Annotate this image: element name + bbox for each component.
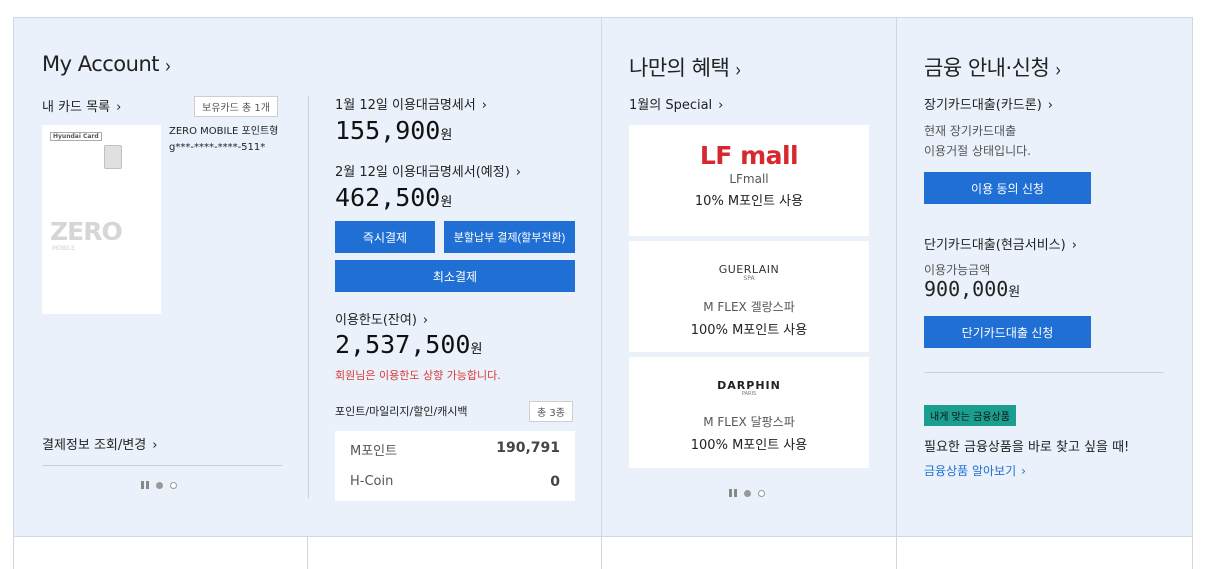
benefit-name: M FLEX 겔랑스파 <box>703 300 795 314</box>
pay-now-button[interactable]: 즉시결제 <box>335 221 435 253</box>
pause-icon[interactable] <box>141 481 149 489</box>
benefit-name: LFmall <box>729 172 769 186</box>
card-brand: Hyundai Card <box>50 132 102 141</box>
long-loan-status: 현재 장기카드대출 이용거절 상태입니다. <box>924 124 1031 158</box>
jan-amount: 155,900원 <box>335 116 453 145</box>
minimum-pay-button[interactable]: 최소결제 <box>335 260 575 292</box>
guerlain-logo-sub: SPA <box>743 275 755 282</box>
feb-amount: 462,500원 <box>335 183 453 212</box>
card-count-badge: 보유카드 총 1개 <box>194 96 278 117</box>
benefit-carousel-dots <box>729 489 765 497</box>
card-name: ZERO MOBILE 포인트형 <box>169 126 279 137</box>
card-number: g***-****-****-511* <box>169 142 266 153</box>
card-list-link[interactable]: 내 카드 목록 › <box>42 96 121 115</box>
card-logo: ZERO <box>50 217 123 246</box>
lfmall-logo: LF mall <box>699 141 799 170</box>
finance-title[interactable]: 금융 안내·신청 › <box>924 52 1061 82</box>
limit-notice[interactable]: 회원님은 이용한도 상향 가능합니다. <box>335 367 501 383</box>
benefit-desc: 10% M포인트 사용 <box>694 194 804 209</box>
installment-button[interactable]: 분할납부 결제(할부전환) <box>444 221 575 253</box>
benefits-panel: 나만의 혜택 › 1월의 Special › LF mall LFmall 10% … <box>601 17 897 537</box>
product-text: 필요한 금융상품을 바로 찾고 싶을 때! <box>924 440 1130 455</box>
dashboard: My Account › 내 카드 목록 › 보유카드 총 1개 Hyundai C… <box>13 17 1193 569</box>
divider <box>42 465 282 466</box>
points-name: H-Coin <box>350 474 394 489</box>
card-image[interactable]: Hyundai Card ZERO MOBILE <box>42 125 161 314</box>
product-badge: 내게 맞는 금융상품 <box>924 405 1016 426</box>
feb-statement-link[interactable]: 2월 12일 이용대금명세서(예정) › <box>335 161 521 180</box>
card-carousel-dots <box>141 481 177 489</box>
lower-section <box>601 537 897 569</box>
carousel-dot[interactable] <box>170 481 177 489</box>
benefit-desc: 100% M포인트 사용 <box>690 438 808 453</box>
available-label: 이용가능금액 <box>924 263 991 277</box>
lower-section <box>307 537 601 569</box>
column-divider <box>308 96 309 498</box>
lower-section <box>13 537 307 569</box>
special-link[interactable]: 1월의 Special › <box>629 94 723 113</box>
benefits-title[interactable]: 나만의 혜택 › <box>629 52 741 82</box>
my-account-panel: My Account › 내 카드 목록 › 보유카드 총 1개 Hyundai C… <box>13 17 602 537</box>
points-label: 포인트/마일리지/할인/캐시백 <box>335 405 468 418</box>
limit-amount: 2,537,500원 <box>335 330 483 359</box>
benefit-name: M FLEX 달팡스파 <box>703 415 795 429</box>
payment-info-link[interactable]: 결제정보 조회/변경 › <box>42 434 157 453</box>
finance-panel: 금융 안내·신청 › 장기카드대출(카드론) › 현재 장기카드대출 이용거절 상태… <box>896 17 1193 537</box>
benefit-darphin[interactable]: DARPHIN PARIS M FLEX 달팡스파 100% M포인트 사용 <box>629 357 869 468</box>
card-logo-sub: MOBILE <box>52 245 75 252</box>
my-account-title[interactable]: My Account › <box>42 52 171 78</box>
carousel-dot-active[interactable] <box>156 481 163 489</box>
benefit-lfmall[interactable]: LF mall LFmall 10% M포인트 사용 <box>629 125 869 236</box>
carousel-dot-active[interactable] <box>744 489 751 497</box>
short-loan-button[interactable]: 단기카드대출 신청 <box>924 316 1091 348</box>
points-name: M포인트 <box>350 444 398 459</box>
benefit-desc: 100% M포인트 사용 <box>690 323 808 338</box>
long-loan-link[interactable]: 장기카드대출(카드론) › <box>924 94 1053 113</box>
benefit-guerlain[interactable]: GUERLAIN SPA M FLEX 겔랑스파 100% M포인트 사용 <box>629 241 869 352</box>
points-count-badge: 총 3종 <box>529 401 573 422</box>
points-value: 190,791 <box>496 440 560 456</box>
available-amount: 900,000원 <box>924 277 1021 301</box>
lower-section <box>896 537 1193 569</box>
points-value: 0 <box>550 474 560 490</box>
darphin-logo-sub: PARIS <box>741 391 757 397</box>
consent-button[interactable]: 이용 동의 신청 <box>924 172 1091 204</box>
short-loan-link[interactable]: 단기카드대출(현금서비스) › <box>924 234 1077 253</box>
points-table: M포인트 190,791 H-Coin 0 <box>335 431 575 501</box>
divider <box>924 372 1164 373</box>
carousel-dot[interactable] <box>758 489 765 497</box>
chip-icon <box>104 145 122 169</box>
product-link[interactable]: 금융상품 알아보기 › <box>924 462 1026 479</box>
jan-statement-link[interactable]: 1월 12일 이용대금명세서 › <box>335 94 487 113</box>
pause-icon[interactable] <box>729 489 737 497</box>
limit-link[interactable]: 이용한도(잔여) › <box>335 309 428 328</box>
